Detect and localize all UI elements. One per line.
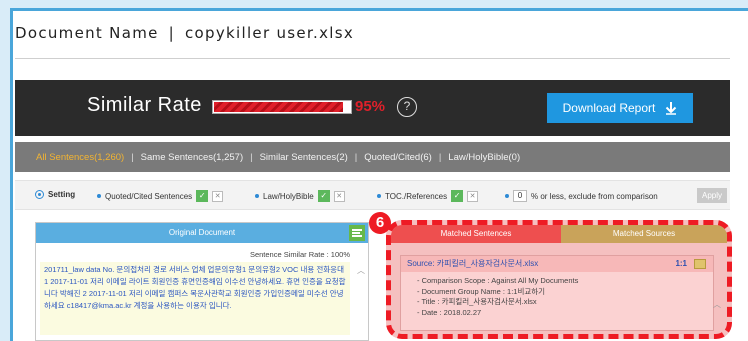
quoted-cited-label: Quoted/Cited Sentences: [105, 191, 193, 201]
detail-item: - Title : 카피킬러_사용자검사문서.xlsx: [417, 297, 537, 306]
radio-icon: [35, 190, 44, 199]
bullet-icon: [377, 194, 381, 198]
matched-source-label: Source: 카피킬러_사용자검사문서.xlsx: [407, 259, 539, 268]
similar-rate-progress-fill: [214, 102, 344, 112]
original-document-header: Original Document: [36, 223, 368, 243]
original-document-title: Original Document: [168, 228, 236, 237]
similar-rate-bar: Similar Rate 95% ? Download Report: [15, 80, 730, 136]
filter-quoted-cited[interactable]: Quoted/Cited(6): [364, 152, 432, 163]
bullet-icon: [255, 194, 259, 198]
scroll-up-icon[interactable]: ︿: [357, 265, 365, 276]
download-report-label: Download Report: [562, 101, 656, 115]
tab-matched-sentences[interactable]: Matched Sentences: [391, 225, 561, 243]
tab-matched-sources[interactable]: Matched Sources: [561, 225, 727, 243]
match-ratio: 1:1: [675, 259, 687, 268]
matched-source-details: - Comparison Scope : Against All My Docu…: [401, 272, 713, 318]
document-name-separator: |: [168, 24, 175, 42]
setting-radio[interactable]: Setting: [35, 190, 75, 199]
toc-references-label: TOC./References: [385, 191, 448, 201]
filter-law-holybible[interactable]: Law/HolyBible(0): [448, 152, 520, 163]
heading-divider: [15, 58, 730, 59]
law-holybible-option: Law/HolyBible ✓ ✕: [255, 190, 345, 202]
exclude-percent-label: % or less, exclude from comparison: [531, 191, 658, 201]
matched-panel: Matched Sentences Matched Sources Source…: [386, 220, 732, 339]
document-file-name: copykiller user.xlsx: [185, 24, 355, 42]
filter-all-sentences[interactable]: All Sentences(1,260): [36, 152, 124, 163]
bullet-icon: [505, 194, 509, 198]
detail-item: - Document Group Name : 1:1비교하기: [417, 286, 546, 296]
similar-rate-value: 95%: [355, 98, 386, 115]
exclude-percent-option: 0 % or less, exclude from comparison: [505, 190, 658, 202]
setting-label: Setting: [48, 190, 76, 199]
quoted-cited-option: Quoted/Cited Sentences ✓ ✕: [97, 190, 224, 202]
check-icon[interactable]: ✓: [196, 190, 209, 202]
step-marker: 6: [369, 212, 391, 234]
similar-rate-progress: [212, 100, 352, 114]
help-icon[interactable]: ?: [397, 97, 417, 117]
download-arrow-icon: [666, 102, 677, 115]
apply-button[interactable]: Apply: [697, 188, 727, 203]
matched-source-header: Source: 카피킬러_사용자검사문서.xlsx 1:1: [401, 256, 713, 272]
filter-same-sentences[interactable]: Same Sentences(1,257): [141, 152, 243, 163]
close-icon[interactable]: ✕: [467, 190, 479, 202]
download-report-button[interactable]: Download Report: [547, 93, 693, 123]
check-icon[interactable]: ✓: [451, 190, 464, 202]
sentence-similar-rate: Sentence Similar Rate : 100%: [249, 250, 350, 259]
document-list-icon[interactable]: [349, 225, 365, 241]
close-icon[interactable]: ✕: [333, 190, 345, 202]
law-holybible-label: Law/HolyBible: [263, 191, 314, 201]
comparison-settings-row: Setting Quoted/Cited Sentences ✓ ✕ Law/H…: [15, 180, 730, 210]
close-icon[interactable]: ✕: [212, 190, 224, 202]
detail-item: - Date : 2018.02.27: [417, 307, 482, 317]
document-name-label: Document Name: [15, 24, 159, 42]
similar-rate-label: Similar Rate: [87, 94, 202, 116]
matched-tabs: Matched Sentences Matched Sources: [391, 225, 727, 243]
filter-similar-sentences[interactable]: Similar Sentences(2): [260, 152, 348, 163]
exclude-percent-input[interactable]: 0: [513, 190, 527, 202]
original-document-text: 201711_law data No. 문의접처리 경로 서비스 업체 업문의유…: [40, 262, 350, 335]
folder-icon[interactable]: [694, 259, 706, 269]
bullet-icon: [97, 194, 101, 198]
toc-references-option: TOC./References ✓ ✕: [377, 190, 479, 202]
matched-source-card: Source: 카피킬러_사용자검사문서.xlsx 1:1 - Comparis…: [400, 255, 714, 331]
scroll-up-icon[interactable]: ︿: [713, 299, 721, 310]
original-document-panel: Original Document Sentence Similar Rate …: [35, 222, 369, 341]
sentence-filter-bar: All Sentences(1,260) | Same Sentences(1,…: [15, 142, 730, 172]
detail-item: - Comparison Scope : Against All My Docu…: [417, 276, 579, 285]
document-name-heading: Document Name | copykiller user.xlsx: [15, 24, 354, 42]
check-icon[interactable]: ✓: [317, 190, 330, 202]
